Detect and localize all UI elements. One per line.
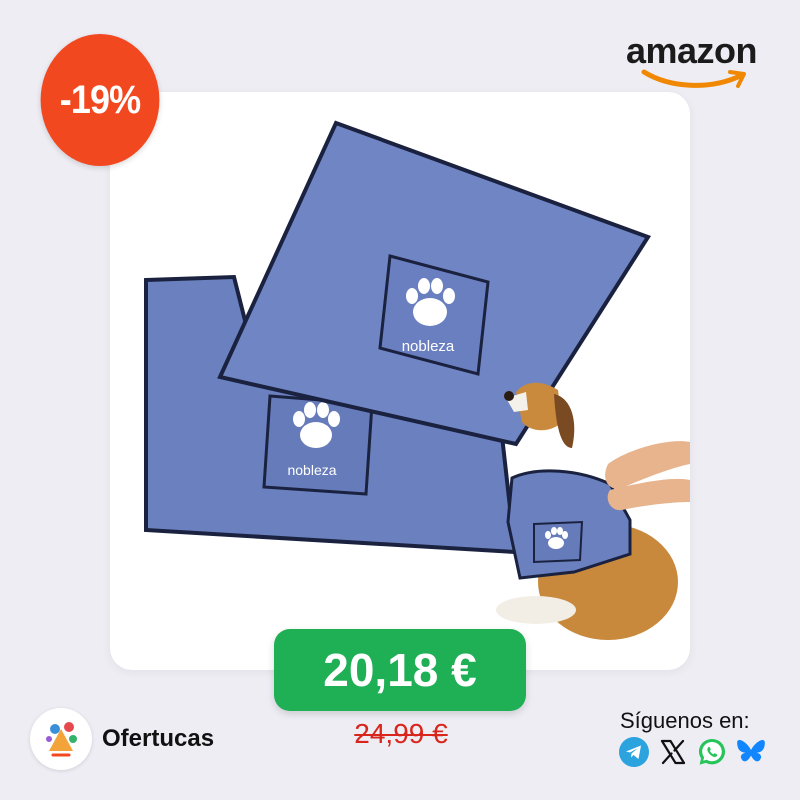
follow-label: Síguenos en:: [620, 708, 750, 733]
current-price-value: 20,18 €: [323, 644, 477, 696]
whatsapp-icon[interactable]: [696, 736, 728, 768]
amazon-logo[interactable]: amazon: [626, 30, 776, 88]
telegram-icon[interactable]: [618, 736, 650, 768]
x-icon[interactable]: [657, 736, 689, 768]
towel-brand-text-back: nobleza: [287, 462, 336, 478]
store-name: amazon: [626, 30, 758, 71]
original-price: 24,99 €: [354, 718, 448, 749]
brand-logo-icon: [30, 708, 92, 770]
discount-badge: -19%: [40, 34, 160, 166]
towel-brand-text-front: nobleza: [402, 338, 455, 355]
dog-photo: [496, 382, 690, 640]
product-image[interactable]: nobleza nobleza: [110, 92, 690, 670]
towel-illustration: nobleza nobleza: [144, 120, 690, 640]
discount-label: -19%: [59, 77, 141, 122]
social-links: [618, 736, 767, 768]
current-price: 20,18 €: [274, 629, 526, 711]
amazon-smile-icon: [641, 69, 746, 88]
brand-name: Ofertucas: [102, 725, 215, 752]
bluesky-icon[interactable]: [735, 736, 767, 768]
brand[interactable]: Ofertucas: [30, 708, 214, 770]
